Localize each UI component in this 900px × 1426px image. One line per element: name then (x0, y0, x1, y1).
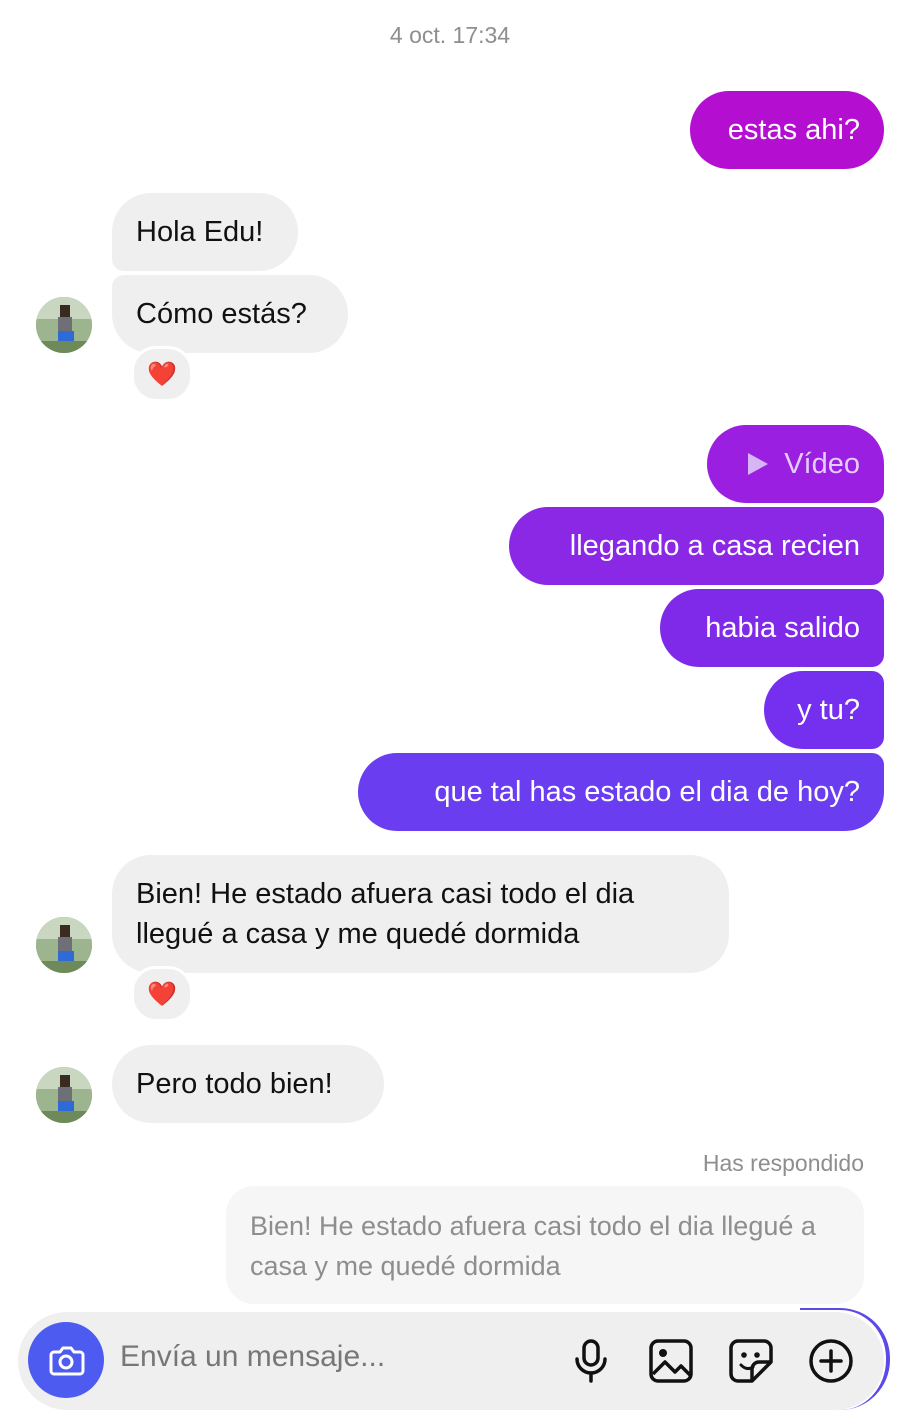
incoming-message[interactable]: Bien! He estado afuera casi todo el dia … (112, 855, 729, 973)
message-text: que tal has estado el dia de hoy? (434, 776, 860, 808)
avatar[interactable] (36, 1067, 92, 1123)
quoted-text: Bien! He estado afuera casi todo el dia … (250, 1211, 816, 1281)
avatar-image (36, 1067, 92, 1123)
heart-icon: ❤️ (147, 360, 177, 388)
message-text: Pero todo bien! (136, 1068, 333, 1100)
message-input[interactable]: Envía un mensaje... (120, 1340, 385, 1374)
incoming-message[interactable]: Cómo estás? (112, 275, 348, 353)
message-text: llegando a casa recien (569, 530, 860, 562)
reaction-badge[interactable]: ❤️ (131, 346, 193, 402)
message-text: estas ahi? (727, 114, 860, 146)
message-text: y tu? (797, 694, 860, 726)
outgoing-message[interactable]: estas ahi? (690, 91, 884, 169)
message-text: Cómo estás? (136, 298, 307, 330)
outgoing-message[interactable]: que tal has estado el dia de hoy? (358, 753, 884, 831)
message-text: habia salido (705, 612, 860, 644)
incoming-message[interactable]: Hola Edu! (112, 193, 298, 271)
gallery-icon[interactable] (646, 1336, 696, 1386)
plus-icon[interactable] (806, 1336, 856, 1386)
quoted-reply[interactable]: Bien! He estado afuera casi todo el dia … (226, 1186, 864, 1304)
camera-button[interactable] (28, 1322, 104, 1398)
avatar-image (36, 297, 92, 353)
play-icon (748, 453, 769, 475)
avatar[interactable] (36, 917, 92, 973)
message-text: Hola Edu! (136, 216, 264, 248)
reaction-badge[interactable]: ❤️ (131, 966, 193, 1022)
video-message[interactable]: Vídeo (707, 425, 884, 503)
outgoing-message[interactable]: llegando a casa recien (509, 507, 884, 585)
avatar-image (36, 917, 92, 973)
camera-icon (49, 1346, 85, 1376)
avatar[interactable] (36, 297, 92, 353)
replied-label: Has respondido (702, 1150, 864, 1176)
incoming-message[interactable]: Pero todo bien! (112, 1045, 384, 1123)
microphone-icon[interactable] (566, 1336, 616, 1386)
video-label: Vídeo (784, 448, 860, 480)
outgoing-message[interactable]: y tu? (764, 671, 884, 749)
sticker-icon[interactable] (726, 1336, 776, 1386)
message-text: Bien! He estado afuera casi todo el dia … (136, 878, 635, 950)
heart-icon: ❤️ (147, 980, 177, 1008)
timestamp: 4 oct. 17:34 (389, 22, 511, 48)
outgoing-message[interactable]: habia salido (660, 589, 884, 667)
